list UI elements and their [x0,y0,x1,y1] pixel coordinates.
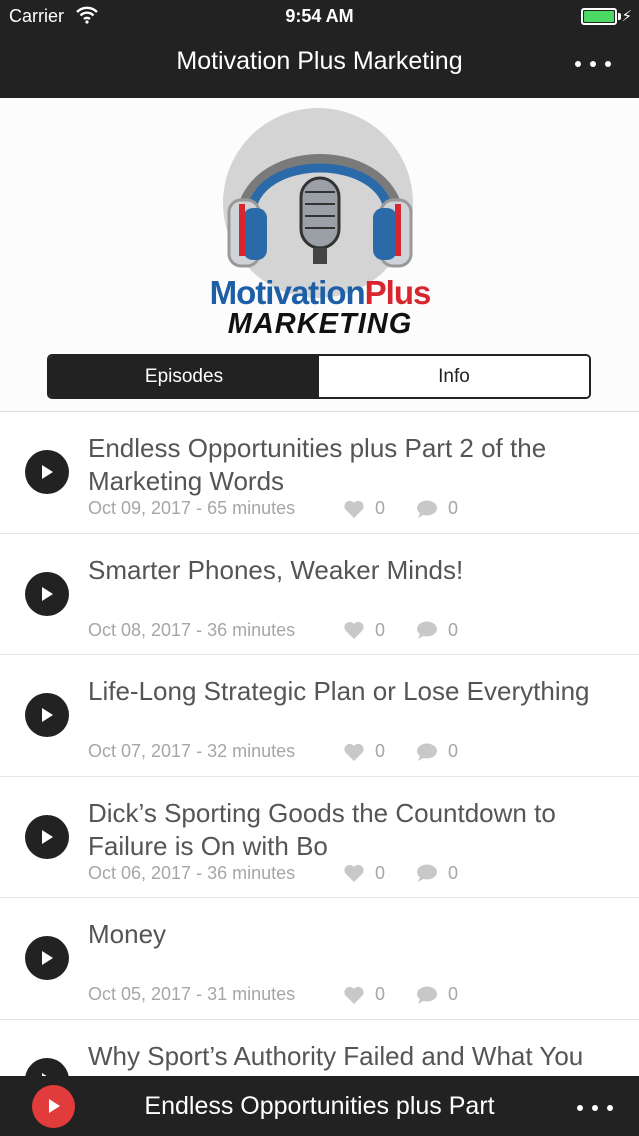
episode-list[interactable]: Endless Opportunities plus Part 2 of the… [0,412,639,1076]
likes-count[interactable]: 0 [343,498,385,519]
heart-icon [344,864,364,882]
play-icon [42,951,53,965]
comments-value: 0 [448,984,459,1004]
comments-count[interactable]: 0 [416,498,458,519]
comment-icon [417,864,437,882]
podcast-logo: MotivationPlus MARKETING [195,108,445,340]
play-icon [42,465,53,479]
play-button[interactable] [25,693,69,737]
comment-icon [417,621,437,639]
episode-title: Why Sport’s Authority Failed and What Yo… [88,1040,584,1071]
episode-row[interactable]: Why Sport’s Authority Failed and What Yo… [0,1020,639,1076]
play-icon [42,586,53,601]
nav-bar: Motivation Plus Marketing [0,34,639,98]
likes-count[interactable]: 0 [343,863,385,884]
comments-value: 0 [448,498,459,518]
play-button[interactable] [25,936,69,980]
more-options-button[interactable] [575,52,611,72]
episode-title: Endless Opportunities plus Part 2 of the… [88,433,547,496]
tab-episodes[interactable]: Episodes [49,356,319,397]
page-title: Motivation Plus Marketing [176,47,463,75]
logo-subtitle: MARKETING [227,308,413,340]
heart-icon [344,743,364,761]
play-button[interactable] [25,814,69,859]
heart-icon [344,500,364,518]
comments-count[interactable]: 0 [416,863,458,884]
comments-value: 0 [448,862,459,883]
episode-row[interactable]: Endless Opportunities plus Part 2 of the… [0,412,639,534]
play-button[interactable] [25,571,69,616]
episode-title: Money [88,919,167,949]
play-button[interactable] [25,1057,69,1076]
charging-icon: ⚡ [621,8,632,25]
comment-icon [417,743,437,761]
likes-value: 0 [375,862,386,883]
play-icon [42,708,53,722]
episode-row[interactable]: Dick’s Sporting Goods the Countdown to F… [0,777,639,898]
status-time: 9:54 AM [285,6,354,26]
episode-date-duration: Oct 07, 2017 - 32 minutes [88,741,296,761]
play-button[interactable] [25,450,69,494]
podcast-header: MotivationPlus MARKETING Episodes Info [0,98,639,412]
episode-date-duration: Oct 08, 2017 - 36 minutes [88,619,296,640]
heart-icon [344,986,364,1004]
battery-icon [581,8,617,25]
episode-row[interactable]: Life-Long Strategic Plan or Lose Everyth… [0,655,639,777]
comment-icon [417,500,437,518]
ellipsis-dot [592,1105,598,1111]
now-playing-title: Endless Opportunities plus Part [144,1092,495,1120]
logo-word-plus: Plus [364,274,432,311]
likes-count[interactable]: 0 [343,984,385,1005]
ellipsis-icon [577,1105,583,1111]
episode-title: Smarter Phones, Weaker Minds! [88,554,464,585]
episode-title: Dick’s Sporting Goods the Countdown to F… [88,797,556,861]
likes-count[interactable]: 0 [343,620,385,641]
likes-value: 0 [375,741,386,761]
likes-value: 0 [375,984,386,1004]
comment-icon [417,986,437,1004]
episodes-info-segmented-control: Episodes Info [47,354,591,399]
likes-value: 0 [375,619,386,640]
likes-value: 0 [375,498,386,518]
heart-icon [344,621,364,639]
episode-date-duration: Oct 05, 2017 - 31 minutes [88,984,296,1004]
episode-row[interactable]: Money Oct 05, 2017 - 31 minutes 0 0 [0,898,639,1020]
ellipsis-dot [607,1105,613,1111]
comments-count[interactable]: 0 [416,984,458,1005]
player-more-button[interactable] [577,1096,613,1116]
ellipsis-dot [605,61,611,67]
comments-value: 0 [448,741,459,761]
status-bar: Carrier 9:54 AM ⚡ [0,0,639,34]
episode-date-duration: Oct 06, 2017 - 36 minutes [88,862,296,883]
ellipsis-dot [590,61,596,67]
play-icon [42,829,53,844]
comments-count[interactable]: 0 [416,741,458,762]
logo-word-motivation: Motivation [209,274,366,311]
episode-row[interactable]: Smarter Phones, Weaker Minds! Oct 08, 20… [0,534,639,655]
ellipsis-icon [575,61,581,67]
headphones-microphone-icon [227,154,413,268]
episode-title: Life-Long Strategic Plan or Lose Everyth… [88,676,590,706]
comments-count[interactable]: 0 [416,620,458,641]
logo-wordmark: MotivationPlus [195,274,445,312]
episode-date-duration: Oct 09, 2017 - 65 minutes [88,498,296,518]
tab-info[interactable]: Info [319,356,589,397]
mini-player[interactable]: Endless Opportunities plus Part [0,1076,639,1136]
comments-value: 0 [448,619,459,640]
likes-count[interactable]: 0 [343,741,385,762]
